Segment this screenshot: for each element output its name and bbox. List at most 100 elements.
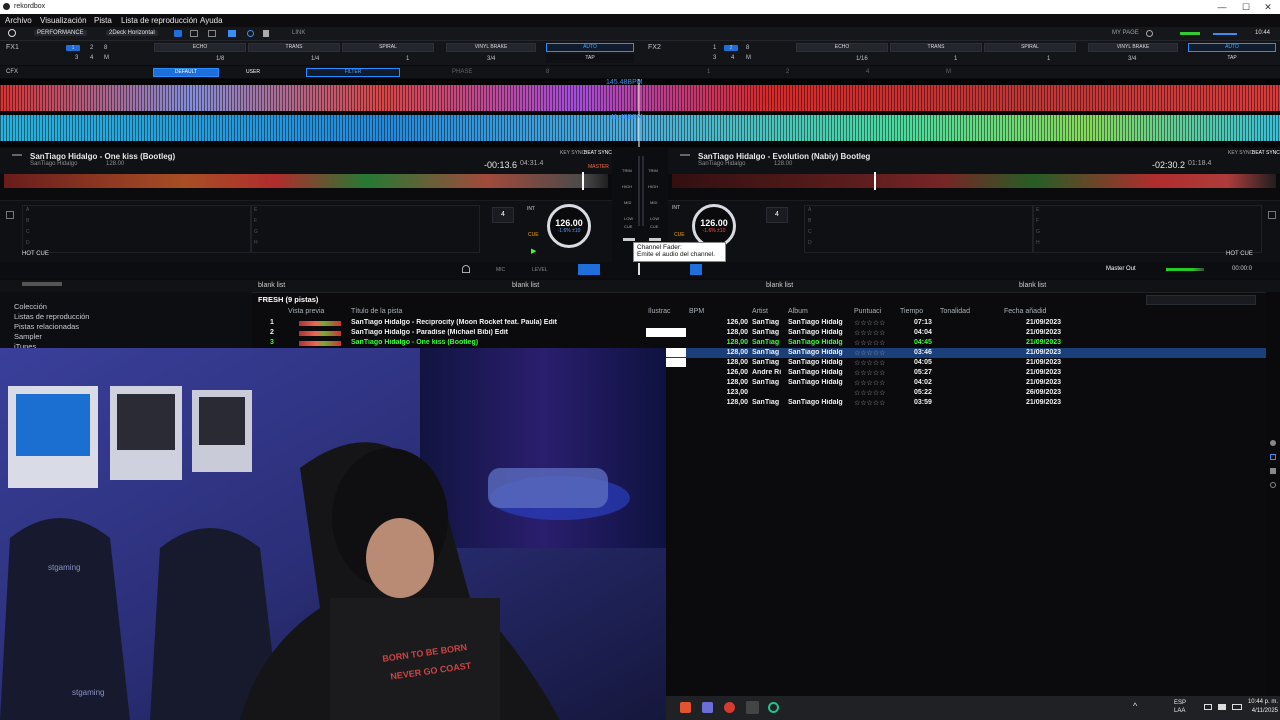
deck1-pad-g[interactable]: G — [254, 229, 258, 235]
table-row[interactable]: 3 SanTiago Hidalgo - One kiss (Bootleg) 12… — [254, 338, 1266, 348]
fx2-tap-button[interactable]: TAP — [1188, 54, 1276, 63]
deck2-pad-g[interactable]: G — [1036, 229, 1040, 235]
cfx-user-button[interactable]: USER — [222, 68, 284, 77]
table-row[interactable]: 2 SanTiago Hidalgo - Paradise (Michael Bi… — [254, 328, 1266, 338]
fx2-beat-8[interactable]: 8 — [746, 45, 749, 51]
deck1-cue-button[interactable]: CUE — [528, 232, 539, 238]
fx1-auto-button[interactable]: AUTO — [546, 43, 634, 52]
keyboard-lang[interactable]: ESP — [1174, 700, 1186, 706]
keyboard-lang-2[interactable]: LAA — [1174, 708, 1185, 714]
browser-layout-icon[interactable] — [22, 282, 62, 286]
info-icon[interactable] — [1270, 440, 1276, 446]
track-preview-waveform[interactable] — [299, 321, 341, 326]
col-fecha[interactable]: Fecha añadid — [1004, 308, 1046, 315]
fx2-beat-3[interactable]: 3 — [713, 55, 716, 61]
menu-ayuda[interactable]: Ayuda — [200, 16, 223, 25]
deck1-pad-a[interactable]: A — [26, 207, 29, 213]
fx2-effect-1-select[interactable]: ECHO — [796, 43, 888, 52]
col-bpm[interactable]: BPM — [689, 308, 704, 315]
deck2-pad-h[interactable]: H — [1036, 240, 1040, 246]
deck1-key-sync[interactable]: KEY SYNC — [560, 150, 585, 156]
panel-4-title[interactable]: blank list — [1019, 282, 1046, 289]
channel-fader-1[interactable] — [623, 238, 635, 241]
deck1-overview-waveform[interactable] — [4, 174, 608, 188]
grid-view-icon[interactable] — [190, 30, 198, 37]
deck1-beat-sync[interactable]: BEAT SYNC — [584, 150, 612, 156]
layout-select[interactable]: 2Deck Horizontal — [106, 30, 158, 36]
tray-chevron-icon[interactable]: ^ — [1133, 701, 1137, 711]
deck1-pad-d[interactable]: D — [26, 240, 30, 246]
menu-archivo[interactable]: Archivo — [5, 16, 32, 25]
deck1-int-button[interactable]: INT — [527, 206, 535, 212]
master-volume-slider[interactable] — [1213, 33, 1237, 35]
close-button[interactable]: ✕ — [1258, 1, 1278, 13]
deck2-key-sync[interactable]: KEY SYNC — [1228, 150, 1253, 156]
panel-2-title[interactable]: blank list — [512, 282, 539, 289]
lock-icon[interactable] — [263, 30, 269, 37]
fx1-effect-4-select[interactable]: VINYL BRAKE — [446, 43, 536, 52]
fx1-effect-1-select[interactable]: ECHO — [154, 43, 246, 52]
cfx-filter-button[interactable]: FILTER — [306, 68, 400, 77]
wifi-icon[interactable] — [1204, 704, 1212, 710]
track-preview-waveform[interactable] — [299, 331, 341, 336]
rekordbox-taskbar-icon[interactable] — [746, 701, 759, 714]
deck1-menu-icon[interactable] — [12, 154, 22, 156]
col-tiempo[interactable]: Tiempo — [900, 308, 923, 315]
record-icon[interactable] — [247, 30, 254, 37]
tree-item-sampler[interactable]: Sampler — [14, 332, 42, 341]
tree-item-pistas-relacionadas[interactable]: Pistas relacionadas — [14, 322, 79, 331]
view-icon[interactable] — [174, 30, 182, 37]
fx1-beat-8[interactable]: 8 — [104, 45, 107, 51]
panel-3-title[interactable]: blank list — [766, 282, 793, 289]
tree-item-coleccion[interactable]: Colección — [14, 302, 47, 311]
deck2-cue-select[interactable] — [690, 264, 702, 275]
crossfader[interactable] — [638, 263, 640, 275]
col-tonalidad[interactable]: Tonalidad — [940, 308, 970, 315]
taskbar-date[interactable]: 4/11/2025 — [1240, 708, 1278, 714]
link-icon[interactable] — [1270, 454, 1276, 460]
mixer-icon[interactable] — [228, 30, 236, 37]
teams-icon[interactable] — [702, 702, 713, 713]
track-preview-waveform[interactable] — [299, 341, 341, 346]
deck2-beat-sync[interactable]: BEAT SYNC — [1252, 150, 1280, 156]
history-icon[interactable] — [1270, 482, 1276, 488]
deck2-loop-beats[interactable]: 4 — [766, 207, 788, 223]
panel-view-icon[interactable] — [208, 30, 216, 37]
deck1-grid-icon[interactable] — [6, 211, 14, 219]
panel-1-title[interactable]: blank list — [258, 282, 285, 289]
deck2-int-button[interactable]: INT — [672, 205, 680, 211]
channel-fader-2[interactable] — [649, 238, 661, 241]
deck2-pad-area-right[interactable] — [1032, 205, 1262, 253]
menu-lista-reproduccion[interactable]: Lista de reproducción — [121, 16, 198, 25]
chrome-icon[interactable] — [724, 702, 735, 713]
deck1-pad-area-left[interactable] — [22, 205, 252, 253]
deck2-pad-area-left[interactable] — [804, 205, 1034, 253]
col-album[interactable]: Album — [788, 308, 808, 315]
deck2-menu-icon[interactable] — [680, 154, 690, 156]
fx1-effect-2-select[interactable]: TRANS — [248, 43, 340, 52]
maximize-button[interactable]: ☐ — [1236, 1, 1256, 13]
deck2-grid-icon[interactable] — [1268, 211, 1276, 219]
fx2-auto-button[interactable]: AUTO — [1188, 43, 1276, 52]
deck1-pad-b[interactable]: B — [26, 218, 29, 224]
deck2-pad-d[interactable]: D — [808, 240, 812, 246]
fx2-effect-3-select[interactable]: SPIRAL — [984, 43, 1076, 52]
deck2-pad-e[interactable]: E — [1036, 207, 1039, 213]
deck1-pad-c[interactable]: C — [26, 229, 30, 235]
settings-gear-icon[interactable] — [8, 29, 16, 37]
fx2-effect-4-select[interactable]: VINYL BRAKE — [1088, 43, 1178, 52]
fx2-effect-2-select[interactable]: TRANS — [890, 43, 982, 52]
col-titulo[interactable]: Título de la pista — [351, 308, 402, 315]
master-out-select[interactable]: Master Out — [1106, 266, 1136, 272]
deck1-pad-area-right[interactable] — [250, 205, 480, 253]
deck1-loop-beats[interactable]: 4 — [492, 207, 514, 223]
deck1-hot-cue-label[interactable]: HOT CUE — [22, 251, 49, 257]
fx1-beat-3[interactable]: 3 — [75, 55, 78, 61]
deck1-master-button[interactable]: MASTER — [588, 164, 609, 170]
deck1-cue-select[interactable] — [578, 264, 600, 275]
deck2-pad-a[interactable]: A — [808, 207, 811, 213]
fx2-beat-2[interactable]: 2 — [724, 45, 738, 51]
deck2-pad-c[interactable]: C — [808, 229, 812, 235]
fx1-beat-4[interactable]: 4 — [90, 55, 93, 61]
cfx-default-button[interactable]: DEFAULT — [153, 68, 219, 77]
